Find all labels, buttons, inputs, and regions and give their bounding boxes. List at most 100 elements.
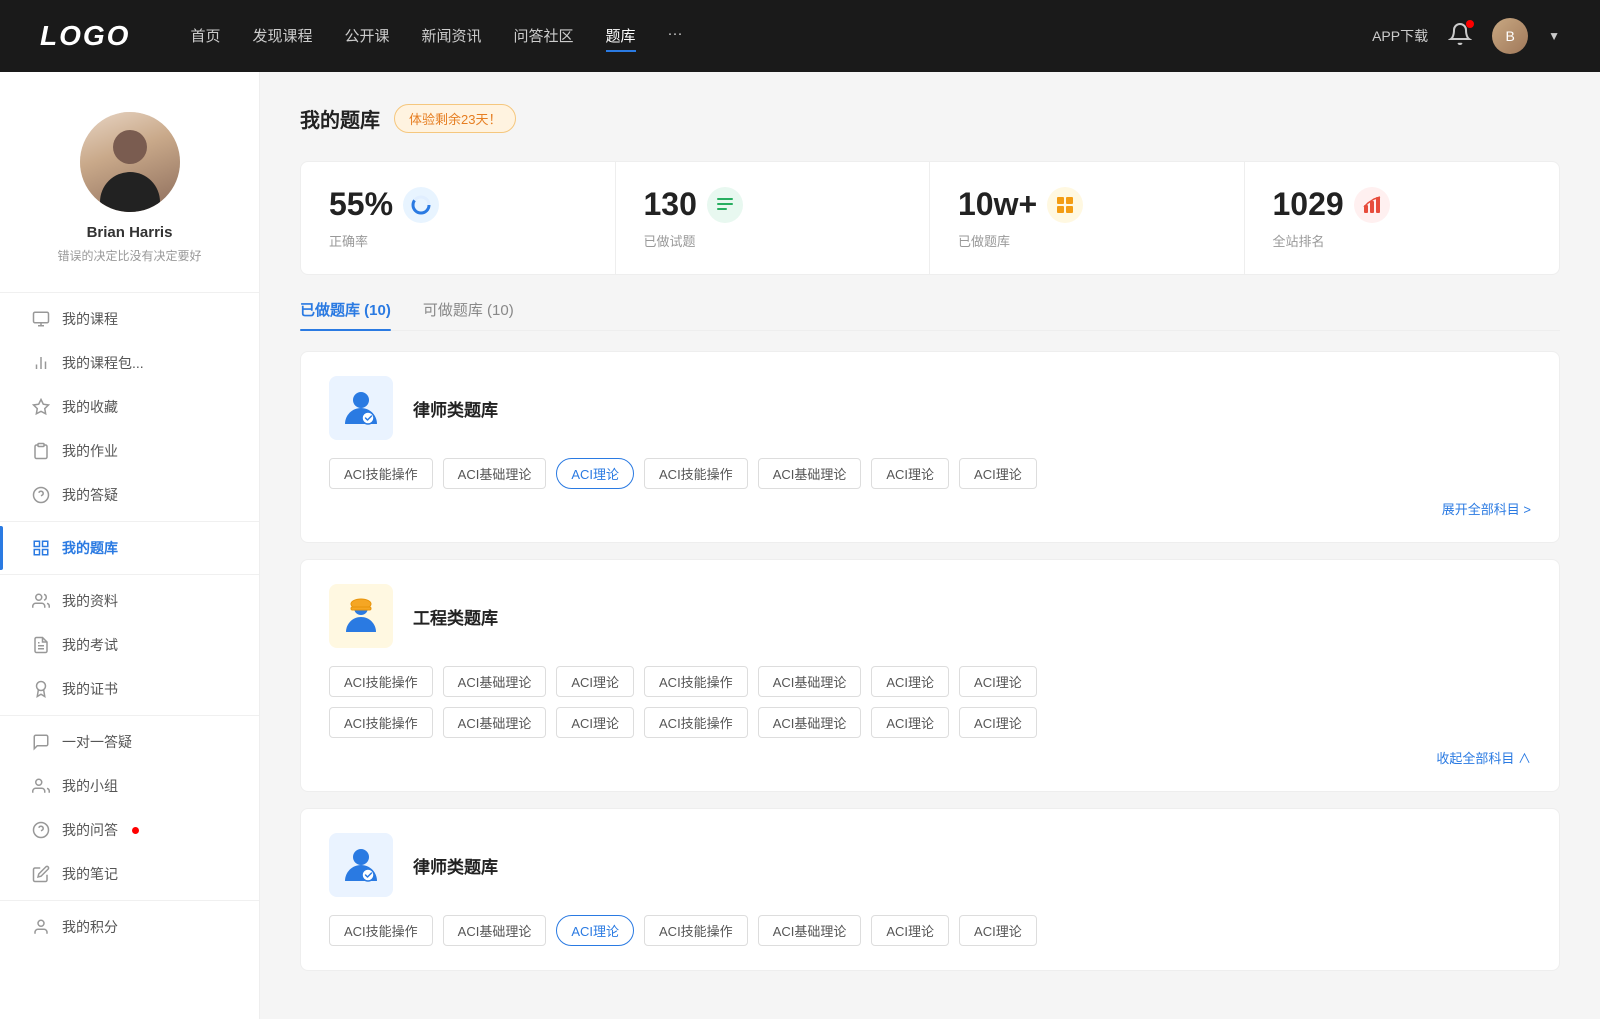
- bank-tag[interactable]: ACI基础理论: [443, 915, 547, 946]
- sidebar-item-my-questions[interactable]: 我的问答: [0, 808, 259, 852]
- expand-button[interactable]: 展开全部科目 >: [329, 499, 1531, 518]
- bank-tag[interactable]: ACI技能操作: [329, 707, 433, 738]
- page-header: 我的题库 体验剩余23天！: [300, 104, 1560, 133]
- stat-done-questions: 130 已做试题: [616, 162, 931, 274]
- stat-icon-pie: [403, 187, 439, 223]
- bank-tag[interactable]: ACI理论: [556, 707, 634, 738]
- bank-tag[interactable]: ACI技能操作: [644, 915, 748, 946]
- nav-links: 首页 发现课程 公开课 新闻资讯 问答社区 题库 ···: [190, 21, 1372, 52]
- sidebar-item-1v1-qa[interactable]: 一对一答疑: [0, 720, 259, 764]
- sidebar-divider-1: [0, 292, 259, 293]
- nav-qa[interactable]: 问答社区: [514, 21, 574, 52]
- bank-tag[interactable]: ACI理论: [556, 666, 634, 697]
- nav-home[interactable]: 首页: [190, 21, 220, 52]
- bank-tag[interactable]: ACI基础理论: [758, 707, 862, 738]
- logo[interactable]: LOGO: [40, 20, 130, 52]
- bank-tags: ACI技能操作 ACI基础理论 ACI理论 ACI技能操作 ACI基础理论 AC…: [329, 915, 1531, 946]
- bank-tag[interactable]: ACI理论: [871, 707, 949, 738]
- profile-avatar: [80, 112, 180, 212]
- stat-done-banks: 10w+ 已做题库: [930, 162, 1245, 274]
- notification-bell[interactable]: [1448, 22, 1472, 51]
- sidebar-label: 我的证书: [62, 679, 118, 699]
- bank-tag[interactable]: ACI基础理论: [758, 458, 862, 489]
- bank-tag[interactable]: ACI技能操作: [644, 707, 748, 738]
- profile-motto: 错误的决定比没有决定要好: [57, 247, 201, 264]
- sidebar-label: 我的笔记: [62, 864, 118, 884]
- navbar: LOGO 首页 发现课程 公开课 新闻资讯 问答社区 题库 ··· APP下载 …: [0, 0, 1600, 72]
- bank-tag[interactable]: ACI技能操作: [644, 458, 748, 489]
- bank-tag[interactable]: ACI基础理论: [443, 666, 547, 697]
- bank-tag[interactable]: ACI理论: [871, 915, 949, 946]
- bank-tag[interactable]: ACI基础理论: [758, 666, 862, 697]
- stat-icon-bar: [1354, 187, 1390, 223]
- nav-news[interactable]: 新闻资讯: [422, 21, 482, 52]
- bank-tag[interactable]: ACI基础理论: [443, 707, 547, 738]
- bank-tag[interactable]: ACI技能操作: [329, 666, 433, 697]
- sidebar-item-my-data[interactable]: 我的资料: [0, 579, 259, 623]
- sidebar-label: 我的收藏: [62, 397, 118, 417]
- sidebar-label: 我的课程: [62, 309, 118, 329]
- bank-tag-active[interactable]: ACI理论: [556, 458, 634, 489]
- bank-tag[interactable]: ACI技能操作: [329, 915, 433, 946]
- sidebar-item-question-bank[interactable]: 我的题库: [0, 526, 259, 570]
- stat-label: 正确率: [329, 231, 587, 250]
- sidebar: Brian Harris 错误的决定比没有决定要好 我的课程 我的课程包... …: [0, 72, 260, 1019]
- sidebar-divider-3: [0, 574, 259, 575]
- engineer-bank-icon: [329, 584, 393, 648]
- user-menu-chevron[interactable]: ▼: [1548, 29, 1560, 43]
- bank-tag[interactable]: ACI理论: [959, 915, 1037, 946]
- sidebar-item-homework[interactable]: 我的作业: [0, 429, 259, 473]
- bank-card-lawyer-2: 律师类题库 ACI技能操作 ACI基础理论 ACI理论 ACI技能操作 ACI基…: [300, 808, 1560, 971]
- sidebar-item-collection[interactable]: 我的收藏: [0, 385, 259, 429]
- bank-title: 律师类题库: [413, 396, 498, 421]
- tab-done-banks[interactable]: 已做题库 (10): [300, 299, 391, 330]
- nav-question-bank[interactable]: 题库: [606, 21, 636, 52]
- sidebar-label: 我的考试: [62, 635, 118, 655]
- bank-tag[interactable]: ACI理论: [959, 458, 1037, 489]
- nav-discover[interactable]: 发现课程: [252, 21, 312, 52]
- avatar[interactable]: B: [1492, 18, 1528, 54]
- bank-card-engineer: 工程类题库 ACI技能操作 ACI基础理论 ACI理论 ACI技能操作 ACI基…: [300, 559, 1560, 792]
- sidebar-item-my-points[interactable]: 我的积分: [0, 905, 259, 949]
- stat-top: 55%: [329, 186, 587, 223]
- stat-accuracy: 55% 正确率: [301, 162, 616, 274]
- bank-tag[interactable]: ACI基础理论: [758, 915, 862, 946]
- collapse-button[interactable]: 收起全部科目 ∧: [329, 748, 1531, 767]
- sidebar-item-my-group[interactable]: 我的小组: [0, 764, 259, 808]
- stat-value: 130: [644, 186, 697, 223]
- sidebar-label: 我的积分: [62, 917, 118, 937]
- sidebar-item-my-qa[interactable]: 我的答疑: [0, 473, 259, 517]
- bell-dot: [1466, 20, 1474, 28]
- avatar-image: B: [1492, 18, 1528, 54]
- bank-tag[interactable]: ACI技能操作: [329, 458, 433, 489]
- sidebar-label: 我的课程包...: [62, 353, 144, 373]
- sidebar-item-exam[interactable]: 我的考试: [0, 623, 259, 667]
- page-title: 我的题库: [300, 104, 380, 133]
- sidebar-label: 我的答疑: [62, 485, 118, 505]
- sidebar-item-certificate[interactable]: 我的证书: [0, 667, 259, 711]
- tab-available-banks[interactable]: 可做题库 (10): [423, 299, 514, 330]
- stat-top: 10w+: [958, 186, 1216, 223]
- stat-icon-list: [707, 187, 743, 223]
- bank-tag[interactable]: ACI理论: [959, 707, 1037, 738]
- sidebar-divider-5: [0, 900, 259, 901]
- bank-card-header: 律师类题库: [329, 376, 1531, 440]
- bank-tag[interactable]: ACI基础理论: [443, 458, 547, 489]
- bank-card-lawyer-1: 律师类题库 ACI技能操作 ACI基础理论 ACI理论 ACI技能操作 ACI基…: [300, 351, 1560, 543]
- profile-name: Brian Harris: [87, 224, 173, 241]
- bank-tag[interactable]: ACI理论: [959, 666, 1037, 697]
- bank-tag[interactable]: ACI理论: [871, 666, 949, 697]
- bank-tag[interactable]: ACI理论: [871, 458, 949, 489]
- sidebar-item-my-notes[interactable]: 我的笔记: [0, 852, 259, 896]
- bank-tag[interactable]: ACI技能操作: [644, 666, 748, 697]
- app-download-button[interactable]: APP下载: [1372, 26, 1428, 46]
- sidebar-item-course-package[interactable]: 我的课程包...: [0, 341, 259, 385]
- sidebar-label: 我的小组: [62, 776, 118, 796]
- bank-card-header: 律师类题库: [329, 833, 1531, 897]
- stat-label: 全站排名: [1273, 231, 1532, 250]
- nav-more[interactable]: ···: [668, 21, 683, 52]
- nav-open-course[interactable]: 公开课: [344, 21, 389, 52]
- stat-value: 1029: [1273, 186, 1344, 223]
- bank-tag-active[interactable]: ACI理论: [556, 915, 634, 946]
- sidebar-item-my-course[interactable]: 我的课程: [0, 297, 259, 341]
